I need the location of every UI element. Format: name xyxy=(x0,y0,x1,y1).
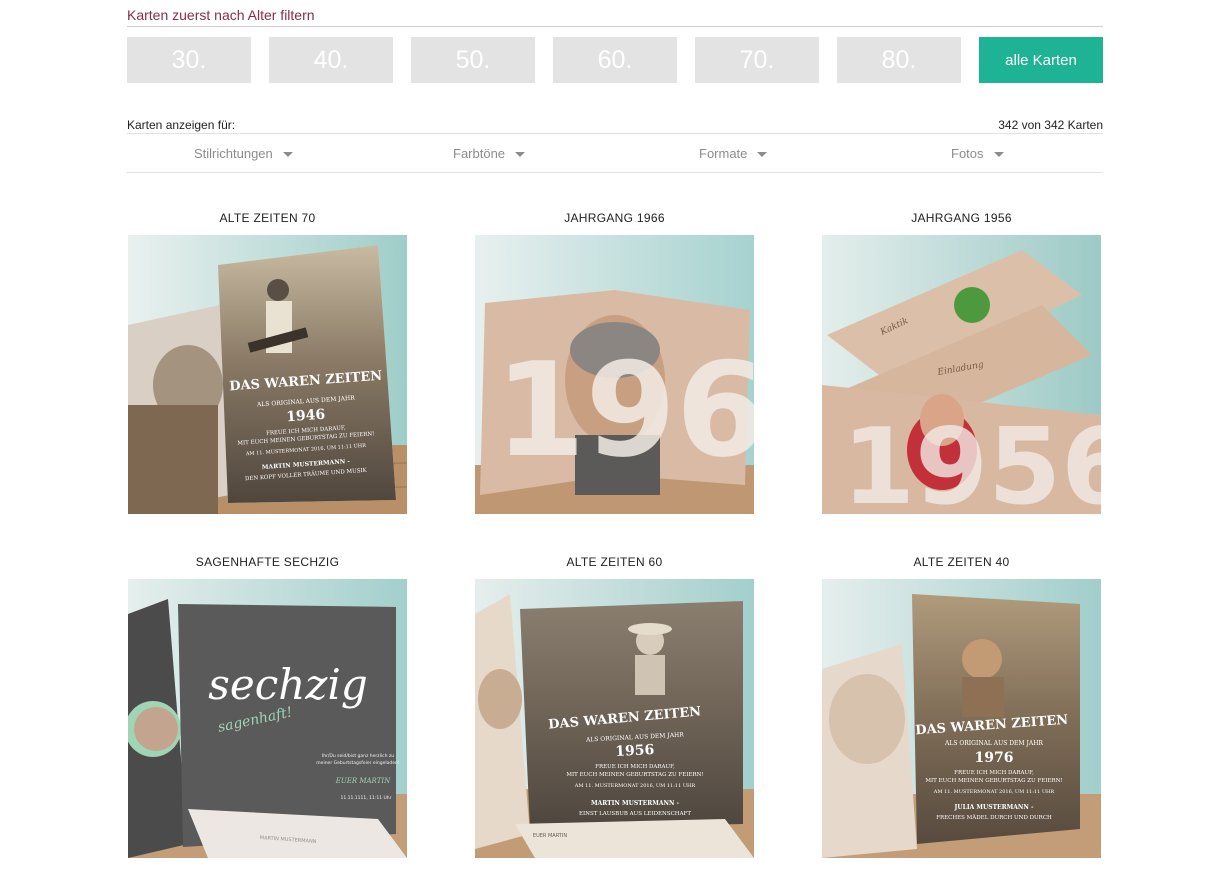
card-image[interactable]: DAS WAREN ZEITEN ALS ORIGINAL AUS DEM JA… xyxy=(822,579,1101,858)
card-title: ALTE ZEITEN 40 xyxy=(913,555,1010,569)
card-text: MARTIN MUSTERMANN - xyxy=(591,800,680,807)
filter-bottom-divider xyxy=(127,172,1103,173)
filter-label: Formate xyxy=(699,145,748,161)
card-title: ALTE ZEITEN 70 xyxy=(219,211,316,225)
card-headline: sechzig xyxy=(208,660,367,709)
decade-button-70[interactable]: 70. xyxy=(695,37,819,83)
filter-label: Stilrichtungen xyxy=(194,145,273,161)
card-text: EINST LAUSBUB AUS LEIDENSCHAFT xyxy=(579,811,691,817)
all-cards-button[interactable]: alle Karten xyxy=(979,37,1103,83)
card-text: MIT EUCH MEINEN GEBURTSTAG ZU FEIERN! xyxy=(566,772,703,778)
decade-button-40[interactable]: 40. xyxy=(269,37,393,83)
filter-fotos[interactable]: Fotos xyxy=(951,134,1004,172)
decade-filter-bar: 30. 40. 50. 60. 70. 80. alle Karten xyxy=(127,37,1103,83)
card-year: 1956 xyxy=(615,742,655,760)
card-image[interactable]: sechzig sagenhaft! EUER MARTIN Ihr/Du se… xyxy=(128,579,407,858)
card-title: JAHRGANG 1956 xyxy=(911,211,1012,225)
heading-divider xyxy=(127,26,1103,27)
card-text: FREUE ICH MICH DARAUF, xyxy=(595,764,675,770)
card-image[interactable]: 1956 Kaktik Einladung xyxy=(822,235,1101,514)
card-title: JAHRGANG 1966 xyxy=(564,211,665,225)
filter-dropdowns: Stilrichtungen Farbtöne Formate Fotos xyxy=(127,134,1103,172)
decade-button-80[interactable]: 80. xyxy=(837,37,961,83)
filter-label: Farbtöne xyxy=(453,145,506,161)
card-text: Ihr/Du seid/bist ganz herzlich zu xyxy=(322,753,394,759)
card-text: FRECHES MÄDEL DURCH UND DURCH xyxy=(936,814,1052,821)
decade-button-50[interactable]: 50. xyxy=(411,37,535,83)
chevron-down-icon xyxy=(282,151,293,157)
card-title: SAGENHAFTE SECHZIG xyxy=(195,555,340,569)
decade-button-60[interactable]: 60. xyxy=(553,37,677,83)
filter-heading: Karten zuerst nach Alter filtern xyxy=(127,7,315,23)
card-text: FREUE ICH MICH DARAUF, xyxy=(954,770,1034,776)
card-text: EUER MARTIN xyxy=(533,833,567,839)
filter-farbtoene[interactable]: Farbtöne xyxy=(453,134,526,172)
result-count: 342 von 342 Karten xyxy=(998,118,1103,132)
product-card[interactable]: SAGENHAFTE SECHZIG sechzig sagenhaft! EU… xyxy=(128,555,407,858)
card-text: AM 11. MUSTERMONAT 2016, UM 11:11 UHR xyxy=(933,789,1055,795)
card-year: 1976 xyxy=(975,750,1014,766)
product-card[interactable]: JAHRGANG 1956 1956 Kaktik Einladung xyxy=(822,211,1101,514)
card-title: ALTE ZEITEN 60 xyxy=(566,555,663,569)
filter-label: Fotos xyxy=(951,145,984,161)
product-card[interactable]: ALTE ZEITEN 70 DAS WAREN ZEITEN ALS ORIG… xyxy=(128,211,407,514)
chevron-down-icon xyxy=(757,151,768,157)
decade-button-30[interactable]: 30. xyxy=(127,37,251,83)
card-year: 1956 xyxy=(842,406,1101,514)
card-text: JULIA MUSTERMANN - xyxy=(954,804,1034,811)
product-card[interactable]: ALTE ZEITEN 60 DAS WAREN ZEITEN ALS ORIG… xyxy=(475,555,754,858)
card-year: 1946 xyxy=(286,407,326,426)
chevron-down-icon xyxy=(515,151,526,157)
show-for-label: Karten anzeigen für: xyxy=(127,118,236,132)
chevron-down-icon xyxy=(993,151,1004,157)
filter-formate[interactable]: Formate xyxy=(699,134,768,172)
card-image[interactable]: 1966 xyxy=(475,235,754,514)
card-image[interactable]: DAS WAREN ZEITEN ALS ORIGINAL AUS DEM JA… xyxy=(475,579,754,858)
filter-stilrichtungen[interactable]: Stilrichtungen xyxy=(194,134,293,172)
card-text: MIT EUCH MEINEN GEBURTSTAG ZU FEIERN! xyxy=(925,778,1062,784)
card-text: AM 11. MUSTERMONAT 2016, UM 11:11 UHR xyxy=(574,783,696,789)
card-text: ALS ORIGINAL AUS DEM JAHR xyxy=(944,740,1043,747)
card-text: 11.11.1111, 11:11 Uhr xyxy=(340,795,391,801)
card-text: meiner Geburtstagsfeier eingeladen! xyxy=(316,760,400,766)
product-card[interactable]: ALTE ZEITEN 40 DAS WAREN ZEITEN ALS ORIG… xyxy=(822,555,1101,858)
card-image[interactable]: DAS WAREN ZEITEN ALS ORIGINAL AUS DEM JA… xyxy=(128,235,407,514)
card-year: 1966 xyxy=(495,334,754,486)
product-card[interactable]: JAHRGANG 1966 1966 xyxy=(475,211,754,514)
card-sign: EUER MARTIN xyxy=(335,777,391,785)
